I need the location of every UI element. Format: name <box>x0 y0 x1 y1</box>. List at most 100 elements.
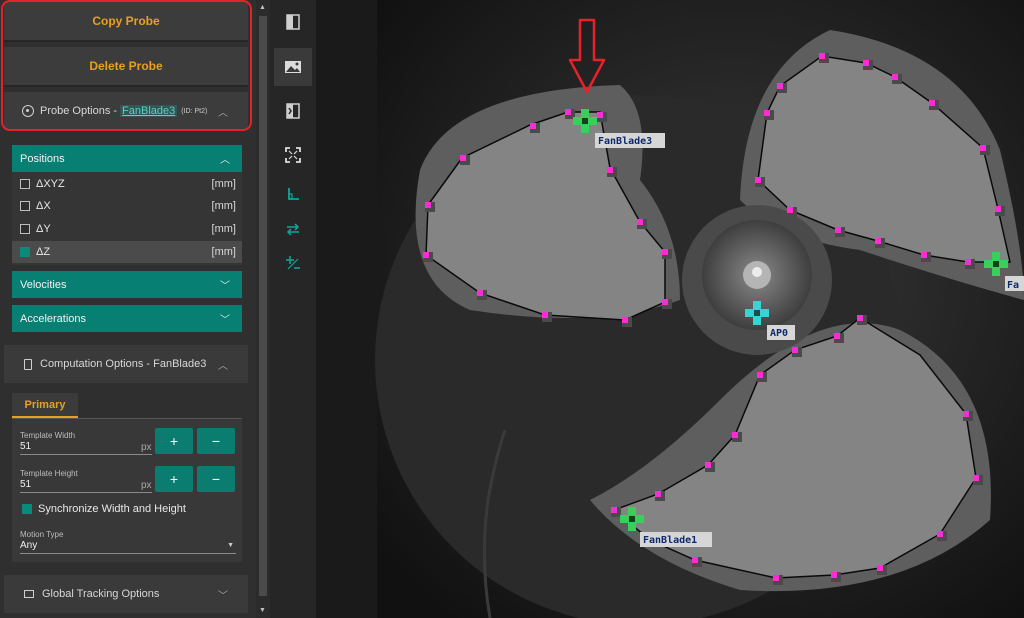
image-icon <box>285 61 301 73</box>
motion-type-select[interactable]: Any ▼ <box>20 540 236 554</box>
checkbox-checked[interactable] <box>20 247 30 257</box>
velocities-header[interactable]: Velocities ﹀ <box>12 271 242 298</box>
width-minus-button[interactable]: − <box>197 428 235 454</box>
scroll-up-arrow-icon[interactable]: ▲ <box>259 4 266 11</box>
outline-marker[interactable] <box>565 109 571 115</box>
checkbox[interactable] <box>20 201 30 211</box>
outline-marker[interactable] <box>973 475 979 481</box>
outline-marker[interactable] <box>857 315 863 321</box>
left-panel-scrollbar[interactable]: ▲ ▼ <box>256 0 270 618</box>
label-fanblade3[interactable]: FanBlade3 <box>598 136 652 147</box>
position-row-dx[interactable]: ΔX [mm] <box>12 195 242 217</box>
outline-marker[interactable] <box>755 177 761 183</box>
chevron-down-icon[interactable]: ﹀ <box>218 587 228 602</box>
synchronize-checkbox-row[interactable]: Synchronize Width and Height <box>22 503 186 515</box>
width-plus-button[interactable]: + <box>155 428 193 454</box>
height-plus-button[interactable]: + <box>155 466 193 492</box>
outline-marker[interactable] <box>477 290 483 296</box>
outline-marker[interactable] <box>875 238 881 244</box>
outline-marker[interactable] <box>611 507 617 513</box>
outline-marker[interactable] <box>921 252 927 258</box>
outline-marker[interactable] <box>863 60 869 66</box>
image-button[interactable] <box>274 48 312 86</box>
checkbox[interactable] <box>20 179 30 189</box>
outline-marker[interactable] <box>692 557 698 563</box>
outline-marker[interactable] <box>607 167 613 173</box>
chevron-down-icon[interactable]: ﹀ <box>220 311 230 326</box>
outline-marker[interactable] <box>622 317 628 323</box>
outline-marker[interactable] <box>773 575 779 581</box>
outline-marker[interactable] <box>792 347 798 353</box>
outline-marker[interactable] <box>929 100 935 106</box>
outline-marker[interactable] <box>777 83 783 89</box>
outline-marker[interactable] <box>662 249 668 255</box>
copy-probe-button[interactable]: Copy Probe <box>4 2 248 42</box>
position-row-dy[interactable]: ΔY [mm] <box>12 218 242 240</box>
chevron-down-icon[interactable]: ﹀ <box>220 277 230 292</box>
height-minus-button[interactable]: − <box>197 466 235 492</box>
swap-icon <box>286 223 300 236</box>
chevron-up-icon[interactable]: ︿ <box>220 151 230 166</box>
probe-name[interactable]: FanBlade3 <box>120 105 178 117</box>
laptop-icon <box>24 590 34 598</box>
chevron-up-icon[interactable]: ︿ <box>218 357 228 372</box>
plus-minus-button[interactable] <box>274 244 312 282</box>
template-width-input[interactable]: 51 <box>20 441 152 455</box>
outline-marker[interactable] <box>597 112 603 118</box>
checkbox-checked[interactable] <box>22 504 32 514</box>
global-tracking-options-header[interactable]: Global Tracking Options ﹀ <box>4 575 248 613</box>
outline-marker[interactable] <box>637 219 643 225</box>
outline-marker[interactable] <box>425 202 431 208</box>
fit-screen-button[interactable] <box>274 136 312 174</box>
checkbox[interactable] <box>20 224 30 234</box>
outline-marker[interactable] <box>835 227 841 233</box>
swap-button[interactable] <box>274 210 312 248</box>
outline-marker[interactable] <box>819 53 825 59</box>
position-unit: [mm] <box>211 200 236 212</box>
positions-header[interactable]: Positions ︿ <box>12 145 242 172</box>
outline-marker[interactable] <box>877 565 883 571</box>
panel-left-button[interactable] <box>274 3 312 41</box>
label-fanblade1[interactable]: FanBlade1 <box>643 535 697 546</box>
outline-marker[interactable] <box>831 572 837 578</box>
position-row-dxyz[interactable]: ΔXYZ [mm] <box>12 173 242 195</box>
outline-marker[interactable] <box>655 491 661 497</box>
outline-marker[interactable] <box>937 531 943 537</box>
outline-marker[interactable] <box>757 372 763 378</box>
scroll-down-arrow-icon[interactable]: ▼ <box>259 607 266 614</box>
delete-probe-button[interactable]: Delete Probe <box>4 47 248 87</box>
axis-button[interactable] <box>274 175 312 213</box>
outline-marker[interactable] <box>995 206 1001 212</box>
outline-marker[interactable] <box>460 155 466 161</box>
panel-right-button[interactable] <box>274 92 312 130</box>
axis-icon <box>288 188 299 200</box>
outline-marker[interactable] <box>542 312 548 318</box>
panel-left-icon <box>286 14 300 30</box>
chevron-up-icon[interactable]: ︿ <box>218 104 228 119</box>
probe-options-header[interactable]: Probe Options - FanBlade3 (ID: Pt2) ︿ <box>4 92 248 130</box>
computation-options-header[interactable]: Computation Options - FanBlade3 ︿ <box>4 345 248 383</box>
outline-marker[interactable] <box>834 333 840 339</box>
fan-image-canvas[interactable]: FanBlade3 FanBlade1 AP0 Fa <box>316 0 1024 618</box>
outline-marker[interactable] <box>892 74 898 80</box>
position-unit: [mm] <box>211 223 236 235</box>
label-ap0[interactable]: AP0 <box>770 328 788 339</box>
outline-marker[interactable] <box>732 432 738 438</box>
outline-marker[interactable] <box>662 299 668 305</box>
outline-marker[interactable] <box>980 145 986 151</box>
image-viewer[interactable]: FanBlade3 FanBlade1 AP0 Fa <box>316 0 1024 618</box>
template-height-input[interactable]: 51 <box>20 479 152 493</box>
outline-marker[interactable] <box>705 462 711 468</box>
outline-marker[interactable] <box>965 259 971 265</box>
scroll-thumb[interactable] <box>259 16 267 596</box>
accelerations-header[interactable]: Accelerations ﹀ <box>12 305 242 332</box>
outline-marker[interactable] <box>963 411 969 417</box>
fan-hub-cap <box>752 267 762 277</box>
tab-primary[interactable]: Primary <box>12 393 78 418</box>
position-row-dz[interactable]: ΔZ [mm] <box>12 241 242 263</box>
outline-marker[interactable] <box>787 207 793 213</box>
outline-marker[interactable] <box>764 110 770 116</box>
outline-marker[interactable] <box>530 123 536 129</box>
outline-marker[interactable] <box>423 252 429 258</box>
label-fa[interactable]: Fa <box>1007 280 1019 291</box>
